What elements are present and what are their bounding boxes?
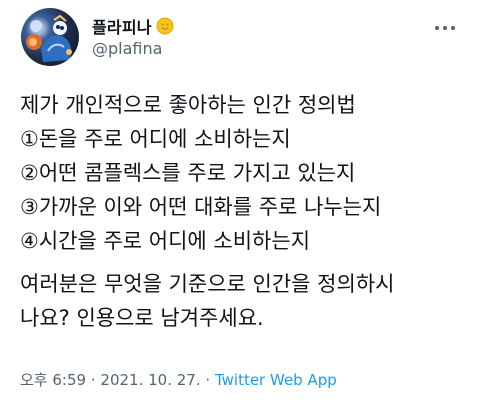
tweet-line: 나요? 인용으로 남겨주세요. [20, 306, 264, 330]
avatar[interactable] [21, 8, 79, 66]
tweet-line: ④시간을 주로 어디에 소비하는지 [20, 229, 311, 253]
tweet-card: 플라피나 @plafina 제가 개인적으로 좋아하는 인간 정의법 ①돈을 주… [0, 0, 480, 402]
more-options-icon [435, 26, 439, 30]
tweet-line: ②어떤 콤플렉스를 주로 가지고 있는지 [20, 161, 356, 185]
meta-separator: · [90, 371, 96, 389]
display-name[interactable]: 플라피나 [92, 14, 152, 38]
meta-separator: · [205, 371, 211, 389]
avatar-illustration [26, 14, 72, 62]
more-options-icon [443, 26, 447, 30]
tweet-line: 여러분은 무엇을 기준으로 인간을 정의하시 [20, 272, 395, 296]
tweet-source-link[interactable]: Twitter Web App [215, 371, 337, 389]
tweet-header: 플라피나 @plafina [21, 8, 460, 70]
tweet-line: ③가까운 이와 어떤 대화를 주로 나누는지 [20, 195, 382, 219]
yellow-emoji-badge-icon [156, 17, 174, 35]
tweet-line: ①돈을 주로 어디에 소비하는지 [20, 127, 291, 151]
tweet-meta: 오후 6:59 · 2021. 10. 27. · Twitter Web Ap… [20, 369, 337, 390]
tweet-text: 제가 개인적으로 좋아하는 인간 정의법 ①돈을 주로 어디에 소비하는지 ②어… [20, 88, 472, 335]
author-handle[interactable]: @plafina [92, 39, 174, 58]
tweet-line: 제가 개인적으로 좋아하는 인간 정의법 [20, 93, 356, 117]
more-options-icon [451, 26, 455, 30]
tweet-date[interactable]: 2021. 10. 27. [100, 371, 200, 389]
display-name-row: 플라피나 [92, 14, 174, 38]
tweet-time[interactable]: 오후 6:59 [20, 371, 86, 389]
more-options-button[interactable] [431, 18, 459, 38]
author-names: 플라피나 @plafina [92, 15, 174, 58]
